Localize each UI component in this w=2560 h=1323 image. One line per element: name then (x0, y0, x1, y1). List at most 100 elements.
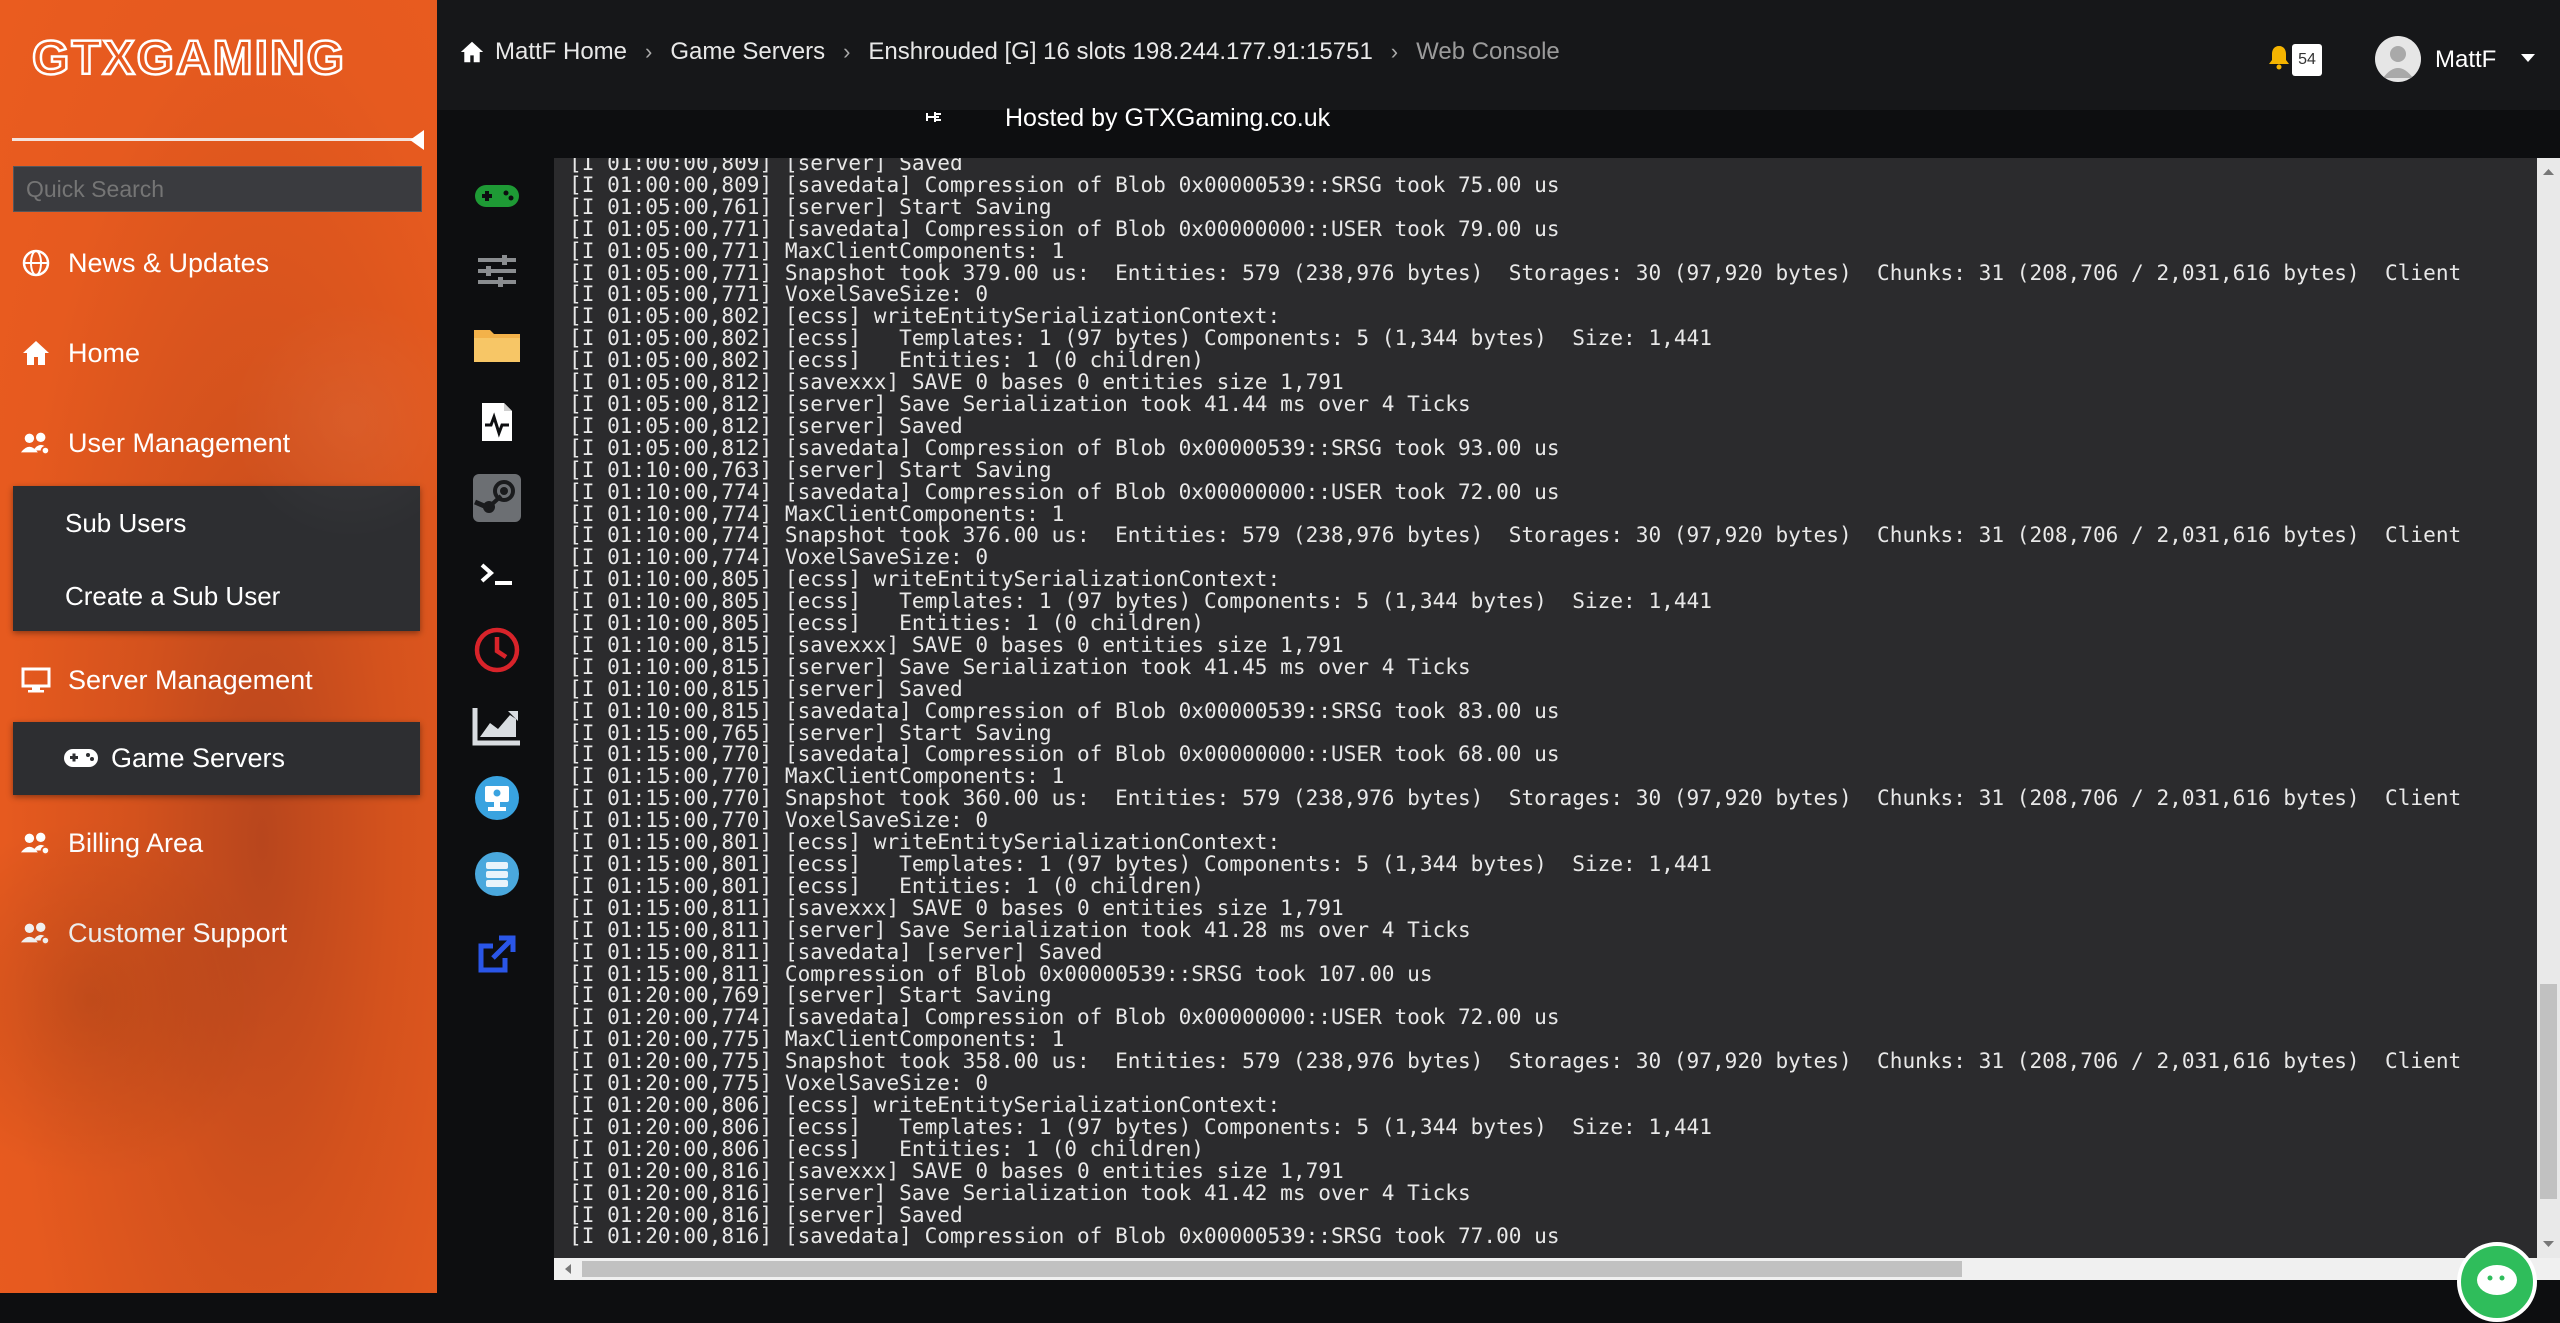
console-line: [I 01:15:00,811] [savexxx] SAVE 0 bases … (569, 894, 1344, 920)
chat-widget-icon[interactable] (2457, 1242, 2537, 1322)
gamepad-icon (63, 742, 99, 774)
console-line: [I 01:05:00,812] [savexxx] SAVE 0 bases … (569, 369, 1344, 395)
scroll-up-icon[interactable] (2537, 162, 2560, 182)
console-line: [I 01:20:00,769] [server] Start Saving (569, 982, 1052, 1008)
nav-create-sub-user[interactable]: Create a Sub User (65, 581, 280, 612)
console-line: [I 01:05:00,812] [server] Saved (569, 412, 963, 438)
notification-count-badge[interactable]: 54 (2292, 44, 2322, 76)
console-line: [I 01:20:00,775] Snapshot took 358.00 us… (569, 1048, 2462, 1074)
external-link-icon[interactable] (466, 926, 528, 982)
console-line: [I 01:10:00,763] [server] Start Saving (569, 456, 1052, 482)
svg-text:GTXGAMING: GTXGAMING (32, 32, 346, 82)
console-line: [I 01:20:00,775] VoxelSaveSize: 0 (569, 1070, 989, 1096)
console-line: [I 01:05:00,771] MaxClientComponents: 1 (569, 237, 1065, 263)
bell-icon[interactable] (2267, 44, 2291, 70)
nav-customer-support[interactable]: Customer Support (20, 910, 287, 956)
console-line: [I 01:20:00,774] [savedata] Compression … (569, 1004, 1560, 1030)
gtx-gaming-logo[interactable]: GTXGAMING (32, 32, 402, 82)
chevron-right-icon: › (1390, 39, 1399, 64)
scroll-down-icon[interactable] (2537, 1234, 2560, 1254)
caret-down-icon[interactable] (2520, 52, 2536, 64)
console-line: [I 01:20:00,806] [ecss] Templates: 1 (97… (569, 1113, 1712, 1139)
nav-server-management[interactable]: Server Management (20, 657, 313, 703)
database-icon[interactable] (466, 846, 528, 902)
terminal-icon[interactable] (466, 546, 528, 602)
console-line: [I 01:05:00,802] [ecss] Templates: 1 (97… (569, 325, 1712, 351)
nav-home[interactable]: Home (20, 330, 140, 376)
console-line: [I 01:10:00,774] [savedata] Compression … (569, 478, 1560, 504)
sliders-icon[interactable] (466, 243, 528, 299)
console-line: [I 01:05:00,802] [ecss] writeEntitySeria… (569, 303, 1281, 329)
console-line: [I 01:20:00,816] [savexxx] SAVE 0 bases … (569, 1157, 1344, 1183)
breadcrumb: MattF Home › Game Servers › Enshrouded [… (459, 38, 1560, 66)
vertical-scrollbar[interactable] (2537, 158, 2560, 1258)
console-line: [I 01:20:00,806] [ecss] Entities: 1 (0 c… (569, 1135, 1204, 1161)
console-line: [I 01:10:00,774] Snapshot took 376.00 us… (569, 522, 2462, 548)
console-line: [I 01:05:00,812] [savedata] Compression … (569, 434, 1560, 460)
console-line: [I 01:15:00,765] [server] Start Saving (569, 719, 1052, 745)
collapse-sidebar-icon[interactable] (410, 130, 424, 150)
chart-icon[interactable] (466, 698, 528, 754)
console-line: [I 01:05:00,771] Snapshot took 379.00 us… (569, 259, 2462, 285)
chevron-right-icon: › (843, 39, 851, 64)
breadcrumb-current: Web Console (1416, 38, 1560, 65)
breadcrumb-game-servers[interactable]: Game Servers (670, 38, 825, 66)
users-gear-icon (20, 427, 52, 459)
web-console-output[interactable]: [I 01:00:00,809] [server] Saved [I 01:00:… (554, 158, 2537, 1258)
console-line: [I 01:10:00,805] [ecss] writeEntitySeria… (569, 566, 1281, 592)
breadcrumb-server[interactable]: Enshrouded [G] 16 slots 198.244.177.91:1… (868, 38, 1372, 66)
nav-label: Server Management (68, 664, 313, 695)
console-line: [I 01:00:00,809] [savedata] Compression … (569, 171, 1560, 197)
home-icon (20, 337, 52, 369)
console-line: [I 01:05:00,812] [server] Save Serializa… (569, 390, 1471, 416)
console-line: [I 01:15:00,770] MaxClientComponents: 1 (569, 763, 1065, 789)
nav-label: User Management (68, 427, 291, 458)
console-line: [I 01:15:00,801] [ecss] Templates: 1 (97… (569, 851, 1712, 876)
steam-icon[interactable] (466, 470, 528, 526)
nav-label: Customer Support (68, 917, 288, 948)
home-icon (460, 41, 484, 63)
user-management-submenu: Sub Users Create a Sub User (13, 486, 420, 631)
nav-game-servers[interactable]: Game Servers (63, 735, 285, 781)
nav-billing-area[interactable]: Billing Area (20, 820, 203, 866)
console-line: [I 01:15:00,811] [server] Save Serializa… (569, 916, 1471, 942)
monitor-icon[interactable] (466, 770, 528, 826)
nav-label: Game Servers (111, 742, 286, 773)
console-line: [I 01:10:00,774] MaxClientComponents: 1 (569, 500, 1065, 526)
file-pulse-icon[interactable] (466, 394, 528, 450)
nav-sub-users[interactable]: Sub Users (65, 508, 186, 539)
username[interactable]: MattF (2435, 46, 2496, 74)
console-line: [I 01:20:00,775] MaxClientComponents: 1 (569, 1026, 1065, 1052)
monitor-icon (20, 664, 52, 696)
horizontal-scroll-thumb[interactable] (582, 1261, 1962, 1277)
nav-label: Billing Area (68, 827, 204, 858)
console-line: [I 01:15:00,811] Compression of Blob 0x0… (569, 960, 1433, 986)
nav-news-updates[interactable]: News & Updates (20, 240, 269, 286)
users-gear-icon (20, 827, 52, 859)
nav-label: News & Updates (68, 247, 270, 278)
gamepad-icon[interactable] (466, 168, 528, 224)
folder-icon[interactable] (466, 316, 528, 372)
pin-icon[interactable] (923, 106, 945, 128)
horizontal-scrollbar[interactable] (554, 1258, 2560, 1280)
breadcrumb-home[interactable]: MattF Home (495, 38, 627, 66)
avatar[interactable] (2375, 36, 2421, 82)
console-line: [I 01:20:00,806] [ecss] writeEntitySeria… (569, 1091, 1281, 1117)
clock-icon[interactable] (466, 622, 528, 678)
console-line: [I 01:10:00,805] [ecss] Templates: 1 (97… (569, 588, 1712, 614)
hosted-by-label: Hosted by GTXGaming.co.uk (1005, 104, 1331, 132)
nav-user-management[interactable]: User Management (20, 420, 290, 466)
console-line: [I 01:20:00,816] [server] Save Serializa… (569, 1179, 1471, 1205)
console-line: [I 01:10:00,815] [server] Save Serializa… (569, 653, 1471, 679)
sidebar: GTXGAMING News & Updates Home User Manag… (0, 0, 437, 1293)
chevron-right-icon: › (645, 39, 653, 64)
server-management-submenu: Game Servers (13, 722, 420, 795)
vertical-scroll-thumb[interactable] (2540, 984, 2557, 1199)
console-line: [I 01:10:00,815] [savexxx] SAVE 0 bases … (569, 631, 1344, 657)
console-line: [I 01:10:00,805] [ecss] Entities: 1 (0 c… (569, 610, 1204, 636)
console-line: [I 01:20:00,816] [savedata] Compression … (569, 1223, 1560, 1249)
quick-search-input[interactable] (13, 166, 422, 212)
scroll-left-icon[interactable] (558, 1258, 578, 1280)
console-line: [I 01:05:00,771] VoxelSaveSize: 0 (569, 281, 989, 307)
console-line: [I 01:05:00,761] [server] Start Saving (569, 193, 1052, 219)
